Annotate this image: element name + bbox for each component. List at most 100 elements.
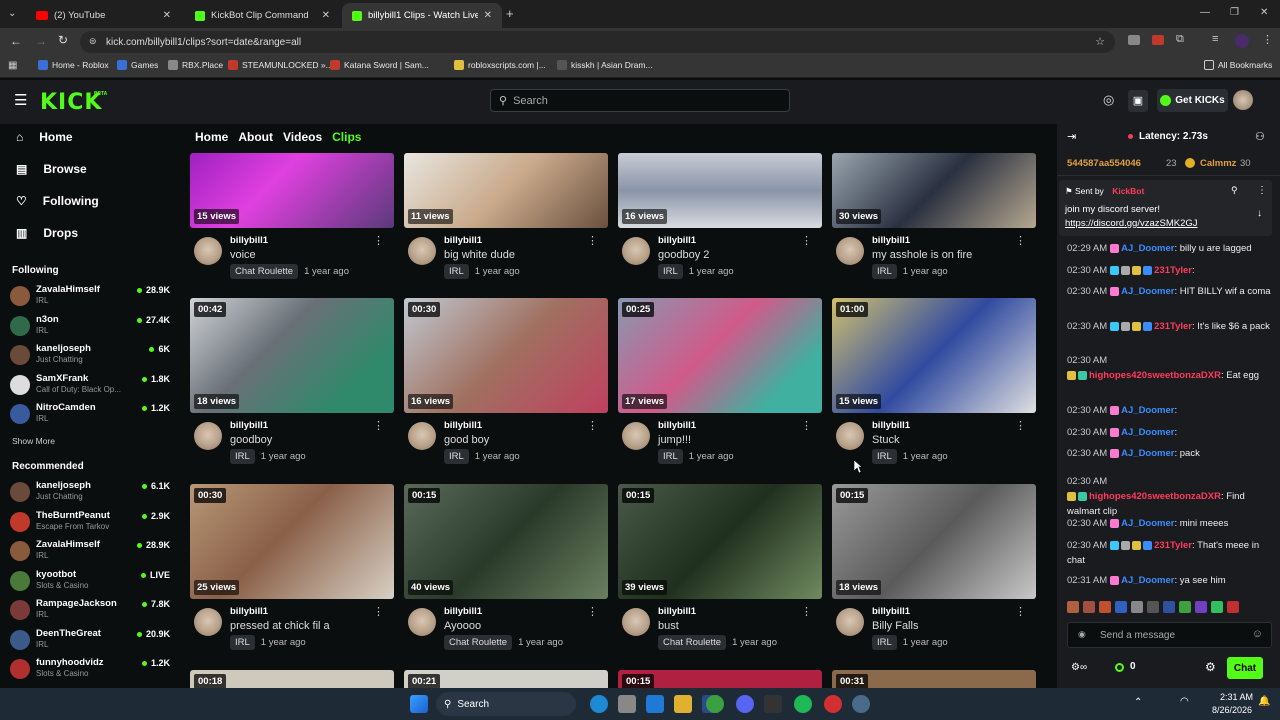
clip-category-tag[interactable]: IRL — [230, 635, 255, 650]
clip-title[interactable]: Billy Falls — [872, 620, 918, 632]
puzzle-icon[interactable]: ⧉ — [1176, 33, 1184, 46]
chat-send-button[interactable]: Chat — [1227, 657, 1263, 679]
more-options-icon[interactable]: ⋮ — [587, 419, 598, 432]
avatar[interactable] — [622, 608, 650, 636]
notification-icon[interactable]: 🔔 — [1258, 696, 1270, 707]
window-close-button[interactable]: ✕ — [1260, 7, 1268, 18]
emote-icon[interactable] — [1195, 601, 1207, 613]
more-options-icon[interactable]: ⋮ — [801, 234, 812, 247]
emote-icon[interactable] — [1099, 601, 1111, 613]
clock-date[interactable]: 8/26/2026 — [1212, 705, 1252, 715]
chat-username[interactable]: highopes420sweetbonzaDXR — [1089, 491, 1221, 502]
emote-icon[interactable] — [1163, 601, 1175, 613]
nav-browse[interactable]: ▤ Browse — [16, 162, 87, 176]
clip-author[interactable]: billybill1 — [444, 420, 482, 431]
clip-title[interactable]: good boy — [444, 434, 489, 446]
clip-thumbnail[interactable]: 15 views — [190, 153, 394, 228]
tray-chevron-icon[interactable]: ⌃ — [1134, 697, 1142, 708]
apps-icon[interactable]: ▦ — [8, 60, 17, 71]
users-icon[interactable]: ⚇ — [1255, 130, 1265, 143]
avatar[interactable] — [622, 422, 650, 450]
clip-card[interactable]: 00:25 17 views billybill1 jump!!! IRL 1 … — [618, 298, 822, 478]
clip-thumbnail[interactable]: 00:15 — [618, 670, 822, 688]
extension-icon[interactable] — [1128, 35, 1140, 45]
clip-thumbnail[interactable]: 30 views — [832, 153, 1036, 228]
bookmark-rbxplace[interactable]: RBX.Place — [168, 60, 223, 70]
sidebar-channel-rampagejackson[interactable]: RampageJackson IRL 7.8K — [10, 598, 170, 624]
search-input[interactable]: ⚲ Search — [490, 89, 790, 112]
url-field[interactable]: ⊜ kick.com/billybill1/clips?sort=date&ra… — [80, 31, 1115, 53]
chat-username[interactable]: AJ_Doomer — [1121, 575, 1174, 586]
clip-author[interactable]: billybill1 — [872, 235, 910, 246]
clip-title[interactable]: big white dude — [444, 249, 515, 261]
sidebar-channel-zavalahimself[interactable]: ZavalaHimself IRL 28.9K — [10, 284, 170, 310]
show-more-link[interactable]: Show More — [12, 436, 55, 446]
clip-category-tag[interactable]: IRL — [872, 264, 897, 279]
close-icon[interactable]: ✕ — [484, 10, 492, 21]
sidebar-channel-kaneljoseph[interactable]: kaneljoseph Just Chatting 6.1K — [10, 480, 170, 506]
maximize-button[interactable]: ❐ — [1230, 7, 1239, 18]
nav-drops[interactable]: ▥ Drops — [16, 226, 78, 240]
site-info-icon[interactable]: ⊜ — [89, 36, 97, 47]
clip-thumbnail[interactable]: 00:25 17 views — [618, 298, 822, 413]
chat-username[interactable]: highopes420sweetbonzaDXR — [1089, 370, 1221, 381]
emote-icon[interactable] — [1083, 601, 1095, 613]
clip-card[interactable]: 00:30 25 views billybill1 pressed at chi… — [190, 484, 394, 664]
clip-author[interactable]: billybill1 — [230, 606, 268, 617]
chat-username[interactable]: 231Tyler — [1154, 265, 1192, 276]
avatar[interactable] — [622, 237, 650, 265]
clip-category-tag[interactable]: IRL — [872, 635, 897, 650]
reload-icon[interactable]: ↻ — [58, 33, 68, 47]
edge-icon[interactable] — [590, 695, 608, 713]
avatar[interactable] — [194, 608, 222, 636]
new-tab-button[interactable]: + — [506, 6, 514, 21]
clip-thumbnail[interactable]: 00:31 — [832, 670, 1036, 688]
clip-thumbnail[interactable]: 00:21 — [404, 670, 608, 688]
close-icon[interactable]: ✕ — [322, 10, 330, 21]
clip-category-tag[interactable]: Chat Roulette — [444, 635, 513, 650]
profile-avatar[interactable] — [1235, 34, 1249, 48]
activity-icon[interactable]: ◎ — [1103, 92, 1114, 108]
avatar[interactable] — [408, 237, 436, 265]
clip-category-tag[interactable]: IRL — [658, 264, 683, 279]
clip-title[interactable]: goodboy 2 — [658, 249, 709, 261]
bookmark-star-icon[interactable]: ☆ — [1095, 35, 1105, 48]
chat-username[interactable]: AJ_Doomer — [1121, 243, 1174, 254]
clip-title[interactable]: goodboy — [230, 434, 272, 446]
avatar[interactable] — [408, 608, 436, 636]
steam-icon[interactable] — [852, 695, 870, 713]
clip-category-tag[interactable]: Chat Roulette — [230, 264, 299, 279]
sidebar-channel-samxfrank[interactable]: SamXFrank Call of Duty: Black Op... 1.8K — [10, 373, 170, 399]
clip-author[interactable]: billybill1 — [658, 420, 696, 431]
clip-author[interactable]: billybill1 — [872, 420, 910, 431]
clip-category-tag[interactable]: IRL — [444, 449, 469, 464]
app-icon[interactable] — [764, 695, 782, 713]
clip-author[interactable]: billybill1 — [230, 420, 268, 431]
sidebar-channel-nitrocamden[interactable]: NitroCamden IRL 1.2K — [10, 402, 170, 428]
settings-link-icon[interactable]: ⚙∞ — [1071, 662, 1087, 673]
clock-time[interactable]: 2:31 AM — [1220, 692, 1253, 702]
bookmark-steamunlocked[interactable]: STEAMUNLOCKED »... — [228, 60, 333, 70]
clip-card[interactable]: 30 views billybill1 my asshole is on fir… — [832, 113, 1036, 293]
more-options-icon[interactable]: ⋮ — [587, 605, 598, 618]
extension-icon[interactable] — [1152, 35, 1164, 45]
clip-thumbnail[interactable]: 00:15 18 views — [832, 484, 1036, 599]
expand-icon[interactable]: ↓ — [1257, 208, 1262, 219]
explorer-icon[interactable] — [674, 695, 692, 713]
clip-thumbnail[interactable]: 16 views — [618, 153, 822, 228]
clip-thumbnail[interactable]: 00:30 25 views — [190, 484, 394, 599]
chat-username[interactable]: 231Tyler — [1154, 540, 1192, 551]
clip-card[interactable]: 00:15 39 views billybill1 bust Chat Roul… — [618, 484, 822, 664]
all-bookmarks[interactable]: All Bookmarks — [1204, 60, 1272, 70]
clip-author[interactable]: billybill1 — [658, 235, 696, 246]
pinned-link[interactable]: https://discord.gg/vzazSMK2GJ — [1065, 218, 1198, 229]
clip-card[interactable]: 01:00 15 views billybill1 Stuck IRL 1 ye… — [832, 298, 1036, 478]
bookmark-roblox[interactable]: Home - Roblox — [38, 60, 109, 70]
clip-thumbnail[interactable]: 00:30 16 views — [404, 298, 608, 413]
emote-icon[interactable] — [1131, 601, 1143, 613]
clip-title[interactable]: pressed at chick fil a — [230, 620, 330, 632]
clip-title[interactable]: Ayoooo — [444, 620, 481, 632]
emote-icon[interactable] — [1115, 601, 1127, 613]
bookmark-games[interactable]: Games — [117, 60, 158, 70]
tab-billybill1-clips[interactable]: billybill1 Clips - Watch Live on K✕ — [342, 3, 502, 28]
